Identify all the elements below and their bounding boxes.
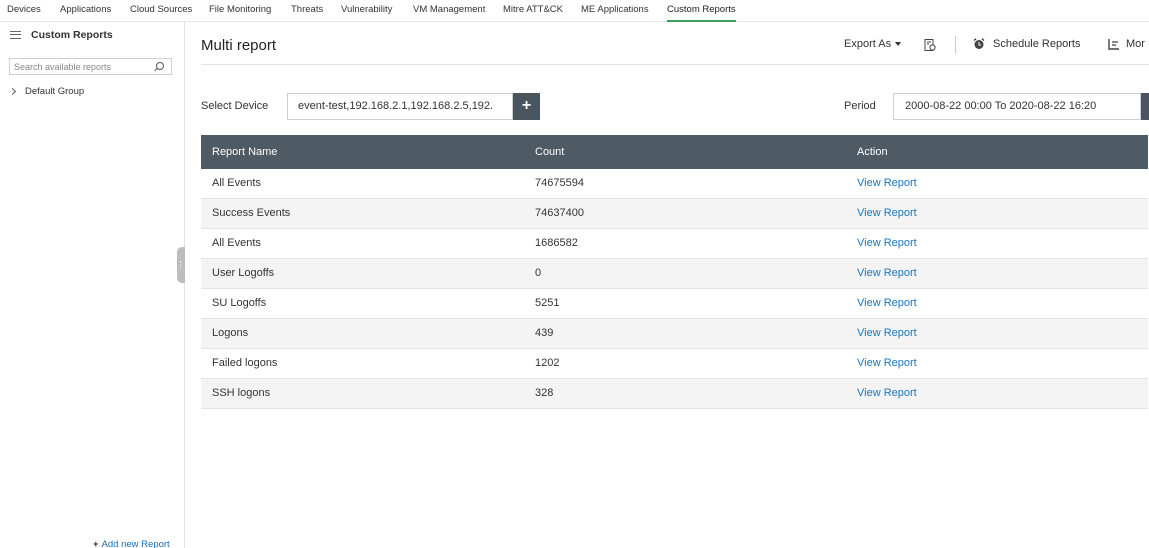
table-row: User Logoffs 0 View Report	[201, 259, 1148, 289]
tab-custom-reports[interactable]: Custom Reports	[667, 0, 736, 22]
report-name-cell: Logons	[212, 327, 249, 339]
view-report-link[interactable]: View Report	[857, 199, 917, 228]
table-row: All Events 74675594 View Report	[201, 169, 1148, 199]
table-row: SU Logoffs 5251 View Report	[201, 289, 1148, 319]
tab-applications[interactable]: Applications	[60, 0, 111, 22]
count-cell: 1202	[535, 357, 560, 369]
period-picker-button[interactable]	[1141, 93, 1149, 120]
export-as-label: Export As	[844, 38, 892, 50]
tab-vulnerability[interactable]: Vulnerability	[341, 0, 392, 22]
report-name-cell: SSH logons	[212, 387, 271, 399]
sidebar-collapse-handle[interactable]	[177, 247, 185, 283]
column-header-report-name[interactable]: Report Name	[212, 135, 277, 169]
view-report-link[interactable]: View Report	[857, 349, 917, 378]
sidebar-item-label: Default Group	[25, 86, 85, 97]
table-row: Failed logons 1202 View Report	[201, 349, 1148, 379]
header-divider	[201, 64, 1149, 65]
more-label: Mor	[1126, 38, 1145, 50]
period-field[interactable]: 2000-08-22 00:00 To 2020-08-22 16:20	[893, 93, 1141, 120]
count-cell: 0	[535, 267, 542, 279]
table-row: Success Events 74637400 View Report	[201, 199, 1148, 229]
column-header-count[interactable]: Count	[535, 135, 564, 169]
view-report-link[interactable]: View Report	[857, 319, 917, 348]
device-field[interactable]: event-test,192.168.2.1,192.168.2.5,192.	[287, 93, 513, 120]
tab-me-applications[interactable]: ME Applications	[581, 0, 649, 22]
tab-threats[interactable]: Threats	[291, 0, 323, 22]
count-cell: 74637400	[535, 207, 584, 219]
period-label: Period	[844, 100, 876, 112]
more-button[interactable]: Mor	[1108, 38, 1145, 50]
report-name-cell: SU Logoffs	[212, 297, 267, 309]
sidebar-item-default-group[interactable]: Default Group	[8, 86, 85, 97]
report-name-cell: Success Events	[212, 207, 291, 219]
view-report-link[interactable]: View Report	[857, 379, 917, 408]
column-header-action: Action	[857, 146, 888, 158]
tab-devices[interactable]: Devices	[7, 0, 41, 22]
search-input[interactable]	[10, 59, 150, 74]
toolbar-divider	[955, 36, 956, 54]
count-cell: 5251	[535, 297, 560, 309]
sidebar: Custom Reports Default Group +Add new Re…	[0, 22, 185, 548]
select-device-label: Select Device	[201, 100, 269, 112]
report-name-cell: Failed logons	[212, 357, 278, 369]
report-name-cell: All Events	[212, 177, 261, 189]
view-report-link[interactable]: View Report	[857, 169, 917, 198]
chevron-right-icon	[8, 87, 17, 96]
schedule-reports-label: Schedule Reports	[993, 38, 1081, 50]
page-title: Multi report	[201, 37, 277, 54]
tab-file-monitoring[interactable]: File Monitoring	[209, 0, 271, 22]
view-report-link[interactable]: View Report	[857, 229, 917, 258]
more-options-icon	[1108, 39, 1119, 50]
count-cell: 74675594	[535, 177, 584, 189]
caret-down-icon	[895, 42, 902, 47]
count-cell: 328	[535, 387, 554, 399]
count-cell: 439	[535, 327, 554, 339]
view-report-link[interactable]: View Report	[857, 289, 917, 318]
tab-vm-management[interactable]: VM Management	[413, 0, 485, 22]
pdf-export-icon[interactable]	[924, 39, 936, 51]
add-new-report-link[interactable]: + Add new Report	[93, 539, 170, 548]
reports-table: Report Name Count Action All Events 7467…	[201, 135, 1148, 409]
report-name-cell: User Logoffs	[212, 267, 275, 279]
add-device-button[interactable]: +	[513, 93, 540, 120]
table-row: SSH logons 328 View Report	[201, 379, 1148, 409]
view-report-link[interactable]: View Report	[857, 259, 917, 288]
tab-cloud-sources[interactable]: Cloud Sources	[130, 0, 192, 22]
schedule-reports-button[interactable]: Schedule Reports	[973, 38, 1080, 50]
tab-mitre-attack[interactable]: Mitre ATT&CK	[503, 0, 563, 22]
menu-icon[interactable]	[10, 31, 21, 39]
count-cell: 1686582	[535, 237, 578, 249]
export-as-dropdown[interactable]: Export As	[844, 38, 902, 50]
search-box	[9, 58, 172, 75]
table-row: All Events 1686582 View Report	[201, 229, 1148, 259]
report-name-cell: All Events	[212, 237, 261, 249]
table-header: Report Name Count Action	[201, 135, 1148, 169]
plus-icon: +	[93, 539, 99, 548]
top-nav: Devices Applications Cloud Sources File …	[0, 0, 1149, 22]
add-new-report-label: Add new Report	[101, 539, 170, 548]
table-row: Logons 439 View Report	[201, 319, 1148, 349]
search-icon[interactable]	[156, 62, 164, 70]
sidebar-title: Custom Reports	[31, 29, 113, 41]
sidebar-header: Custom Reports	[10, 27, 113, 43]
alarm-clock-icon	[973, 38, 985, 49]
